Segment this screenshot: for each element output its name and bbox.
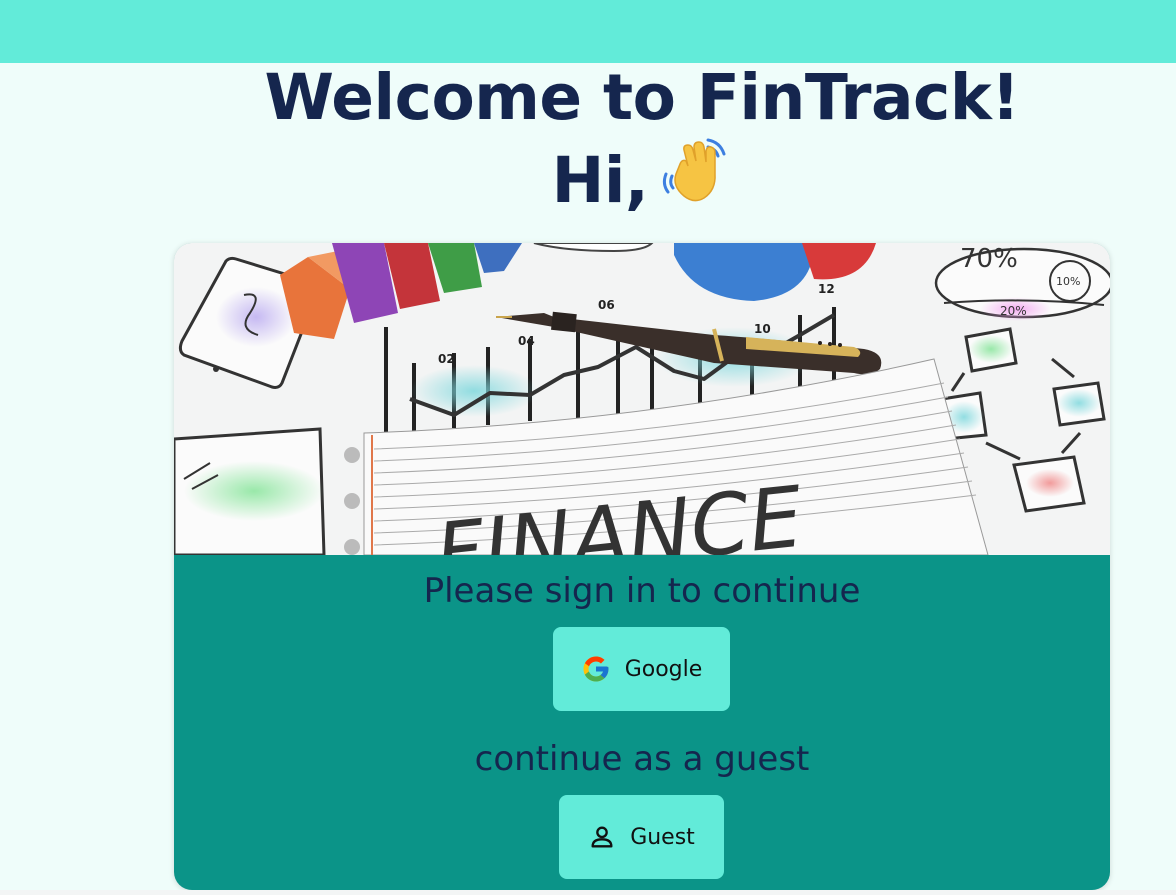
hero-pct-70: 70% [960, 244, 1018, 274]
hero-pct-10: 10% [1056, 275, 1080, 288]
finance-hero-image: 02 04 06 10 12 70% 10% 20% FINANCE [174, 243, 1110, 555]
hero-tick-02: 02 [438, 352, 455, 366]
hero-pct-20: 20% [1000, 304, 1027, 318]
page-title: Welcome to FinTrack! [264, 61, 1020, 134]
person-icon [588, 823, 616, 851]
google-button-label: Google [624, 656, 703, 682]
google-logo-icon [581, 654, 611, 684]
greeting-text: Hi, [551, 144, 649, 217]
hero-tick-04: 04 [518, 334, 535, 348]
google-sign-in-button[interactable]: Google [553, 627, 730, 711]
sign-in-panel: Please sign in to continue Google contin… [174, 555, 1110, 890]
sign-in-prompt: Please sign in to continue [423, 571, 861, 611]
sign-in-card: 02 04 06 10 12 70% 10% 20% FINANCE Pleas… [174, 243, 1110, 890]
laptop-sketch [174, 427, 326, 555]
hero-tick-10: 10 [754, 322, 771, 336]
hero-tick-06: 06 [598, 298, 615, 312]
welcome-heading: Welcome to FinTrack! Hi, [0, 62, 1176, 223]
waving-hand-icon [658, 134, 732, 223]
bottom-edge [0, 890, 1176, 895]
greeting-line: Hi, [0, 134, 1176, 223]
hero-tick-12: 12 [818, 282, 835, 296]
guest-sign-in-button[interactable]: Guest [559, 795, 724, 879]
top-app-bar [0, 0, 1176, 63]
guest-prompt: continue as a guest [474, 739, 810, 779]
guest-button-label: Guest [630, 824, 695, 850]
